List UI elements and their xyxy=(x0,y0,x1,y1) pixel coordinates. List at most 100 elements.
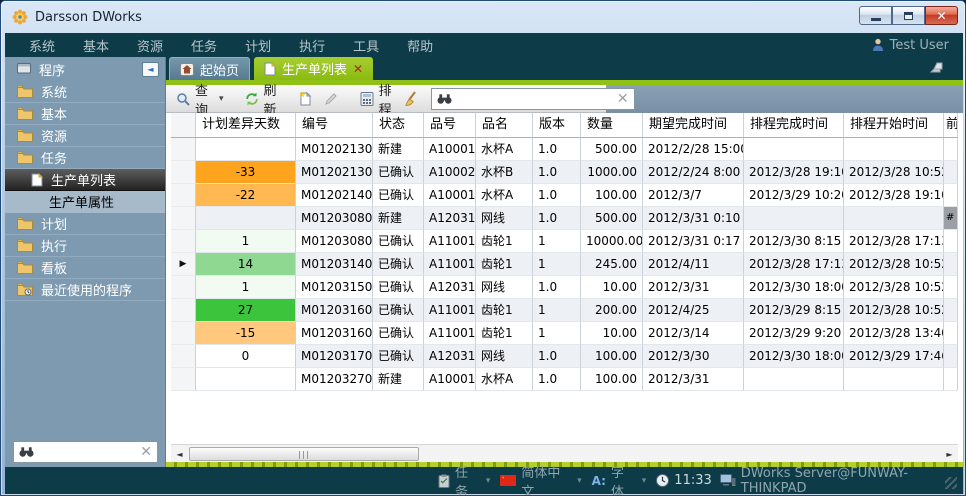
table-cell[interactable]: 2012/3/29 10:20 xyxy=(744,184,844,207)
sidebar-item-task[interactable]: 任务 xyxy=(5,147,165,169)
table-cell[interactable]: A12031 xyxy=(424,276,476,299)
table-cell[interactable]: 1.0 xyxy=(533,138,581,161)
sidebar-search-input[interactable] xyxy=(39,445,135,460)
pin-layout-icon[interactable] xyxy=(929,61,945,74)
table-cell[interactable]: 2012/3/28 19:10 xyxy=(744,161,844,184)
column-header[interactable]: 排程开始时间 xyxy=(844,113,944,137)
menu-basic[interactable]: 基本 xyxy=(69,33,123,57)
table-cell[interactable]: 100.00 xyxy=(581,345,643,368)
table-cell[interactable]: 水杯A xyxy=(476,184,533,207)
table-cell[interactable] xyxy=(196,368,296,391)
table-cell[interactable]: 新建 xyxy=(373,138,424,161)
table-cell[interactable]: 已确认 xyxy=(373,345,424,368)
clipped-column-header[interactable]: 前 xyxy=(944,113,958,137)
table-cell[interactable]: 2012/3/28 10:52 xyxy=(844,161,944,184)
table-cell[interactable]: A10002 xyxy=(424,161,476,184)
table-cell[interactable]: 水杯B xyxy=(476,161,533,184)
table-cell[interactable]: 2012/3/30 xyxy=(643,345,744,368)
table-cell[interactable]: 1.0 xyxy=(533,276,581,299)
table-cell[interactable]: 2012/3/30 18:00 xyxy=(744,276,844,299)
table-cell[interactable]: 2012/4/11 xyxy=(643,253,744,276)
table-cell[interactable] xyxy=(744,207,844,230)
table-cell[interactable]: 2012/2/24 8:00 xyxy=(643,161,744,184)
table-cell[interactable]: 1 xyxy=(196,276,296,299)
table-cell[interactable]: 水杯A xyxy=(476,138,533,161)
tab-home[interactable]: 起始页 xyxy=(169,57,250,80)
table-cell[interactable]: 1.0 xyxy=(533,207,581,230)
sidebar-item-plan[interactable]: 计划 xyxy=(5,213,165,235)
table-cell[interactable]: 齿轮1 xyxy=(476,299,533,322)
table-cell[interactable]: M012030802 xyxy=(296,230,373,253)
table-cell[interactable]: 齿轮1 xyxy=(476,253,533,276)
table-cell[interactable]: 齿轮1 xyxy=(476,230,533,253)
table-row[interactable]: M012032701新建A10001水杯A1.0100.002012/3/31 xyxy=(171,368,957,391)
table-cell[interactable]: 1 xyxy=(533,230,581,253)
sidebar-item-production-order-list[interactable]: 生产单列表 xyxy=(5,169,165,191)
table-row[interactable]: M012030801新建A12031网线1.0500.002012/3/31 0… xyxy=(171,207,957,230)
table-cell[interactable]: 27 xyxy=(196,299,296,322)
table-cell[interactable]: 1 xyxy=(533,253,581,276)
table-cell[interactable]: 2012/3/29 8:15 xyxy=(744,299,844,322)
column-header[interactable]: 计划差异天数 xyxy=(196,113,296,137)
table-cell[interactable] xyxy=(196,207,296,230)
table-cell[interactable]: M012031402 xyxy=(296,253,373,276)
menu-plan[interactable]: 计划 xyxy=(231,33,285,57)
table-cell[interactable]: 1 xyxy=(533,322,581,345)
table-cell[interactable]: M012021401 xyxy=(296,184,373,207)
sidebar-item-production-order-properties[interactable]: 生产单属性 xyxy=(5,191,165,213)
table-cell[interactable]: 水杯A xyxy=(476,368,533,391)
table-cell[interactable]: 2012/4/25 xyxy=(643,299,744,322)
table-cell[interactable]: 1.0 xyxy=(533,345,581,368)
table-cell[interactable] xyxy=(844,138,944,161)
table-cell[interactable]: 2012/3/29 17:46 xyxy=(844,345,944,368)
scrollbar-thumb[interactable] xyxy=(189,447,419,461)
column-header[interactable]: 编号 xyxy=(296,113,373,137)
scroll-left-icon[interactable]: ◄ xyxy=(172,446,187,462)
table-cell[interactable]: 2012/3/28 10:52 xyxy=(844,299,944,322)
table-cell[interactable] xyxy=(744,138,844,161)
table-cell[interactable]: 已确认 xyxy=(373,161,424,184)
table-cell[interactable]: A10001 xyxy=(424,138,476,161)
column-header[interactable]: 排程完成时间 xyxy=(744,113,844,137)
row-selector[interactable] xyxy=(171,161,196,184)
sidebar-item-resource[interactable]: 资源 xyxy=(5,125,165,147)
close-button[interactable]: ✕ xyxy=(925,6,958,25)
table-cell[interactable] xyxy=(844,368,944,391)
table-cell[interactable]: 已确认 xyxy=(373,253,424,276)
table-cell[interactable]: 500.00 xyxy=(581,138,643,161)
table-cell[interactable]: A11001 xyxy=(424,253,476,276)
table-cell[interactable]: -15 xyxy=(196,322,296,345)
table-cell[interactable]: A11001 xyxy=(424,322,476,345)
table-row[interactable]: -15M012031602已确认A11001齿轮1110.002012/3/14… xyxy=(171,322,957,345)
table-cell[interactable]: 已确认 xyxy=(373,322,424,345)
table-cell[interactable]: 已确认 xyxy=(373,299,424,322)
menu-task[interactable]: 任务 xyxy=(177,33,231,57)
table-cell[interactable]: M012031701 xyxy=(296,345,373,368)
new-button[interactable] xyxy=(295,89,316,108)
table-cell[interactable]: 200.00 xyxy=(581,299,643,322)
minimize-button[interactable] xyxy=(859,6,892,25)
table-cell[interactable]: 网线 xyxy=(476,276,533,299)
sidebar-item-kanban[interactable]: 看板 xyxy=(5,257,165,279)
table-cell[interactable]: 1.0 xyxy=(533,368,581,391)
row-selector[interactable] xyxy=(171,230,196,253)
current-user[interactable]: Test User xyxy=(872,33,949,57)
table-cell[interactable] xyxy=(844,207,944,230)
table-cell[interactable]: 10.00 xyxy=(581,276,643,299)
edit-button[interactable] xyxy=(320,90,342,108)
table-cell[interactable]: M012031602 xyxy=(296,322,373,345)
table-row[interactable]: ▶14M012031402已确认A11001齿轮11245.002012/4/1… xyxy=(171,253,957,276)
row-selector[interactable] xyxy=(171,138,196,161)
sidebar-item-system[interactable]: 系统 xyxy=(5,81,165,103)
table-cell[interactable]: 2012/3/28 17:13 xyxy=(744,253,844,276)
table-cell[interactable]: -22 xyxy=(196,184,296,207)
row-selector-header[interactable] xyxy=(171,113,196,137)
column-header[interactable]: 版本 xyxy=(533,113,581,137)
table-cell[interactable]: 已确认 xyxy=(373,230,424,253)
table-cell[interactable]: 14 xyxy=(196,253,296,276)
table-cell[interactable]: 10000.00 xyxy=(581,230,643,253)
row-selector[interactable] xyxy=(171,276,196,299)
table-cell[interactable]: 100.00 xyxy=(581,184,643,207)
tab-production-order-list[interactable]: 生产单列表 ✕ xyxy=(254,57,373,80)
table-row[interactable]: 1M012031501已确认A12031网线1.010.002012/3/312… xyxy=(171,276,957,299)
